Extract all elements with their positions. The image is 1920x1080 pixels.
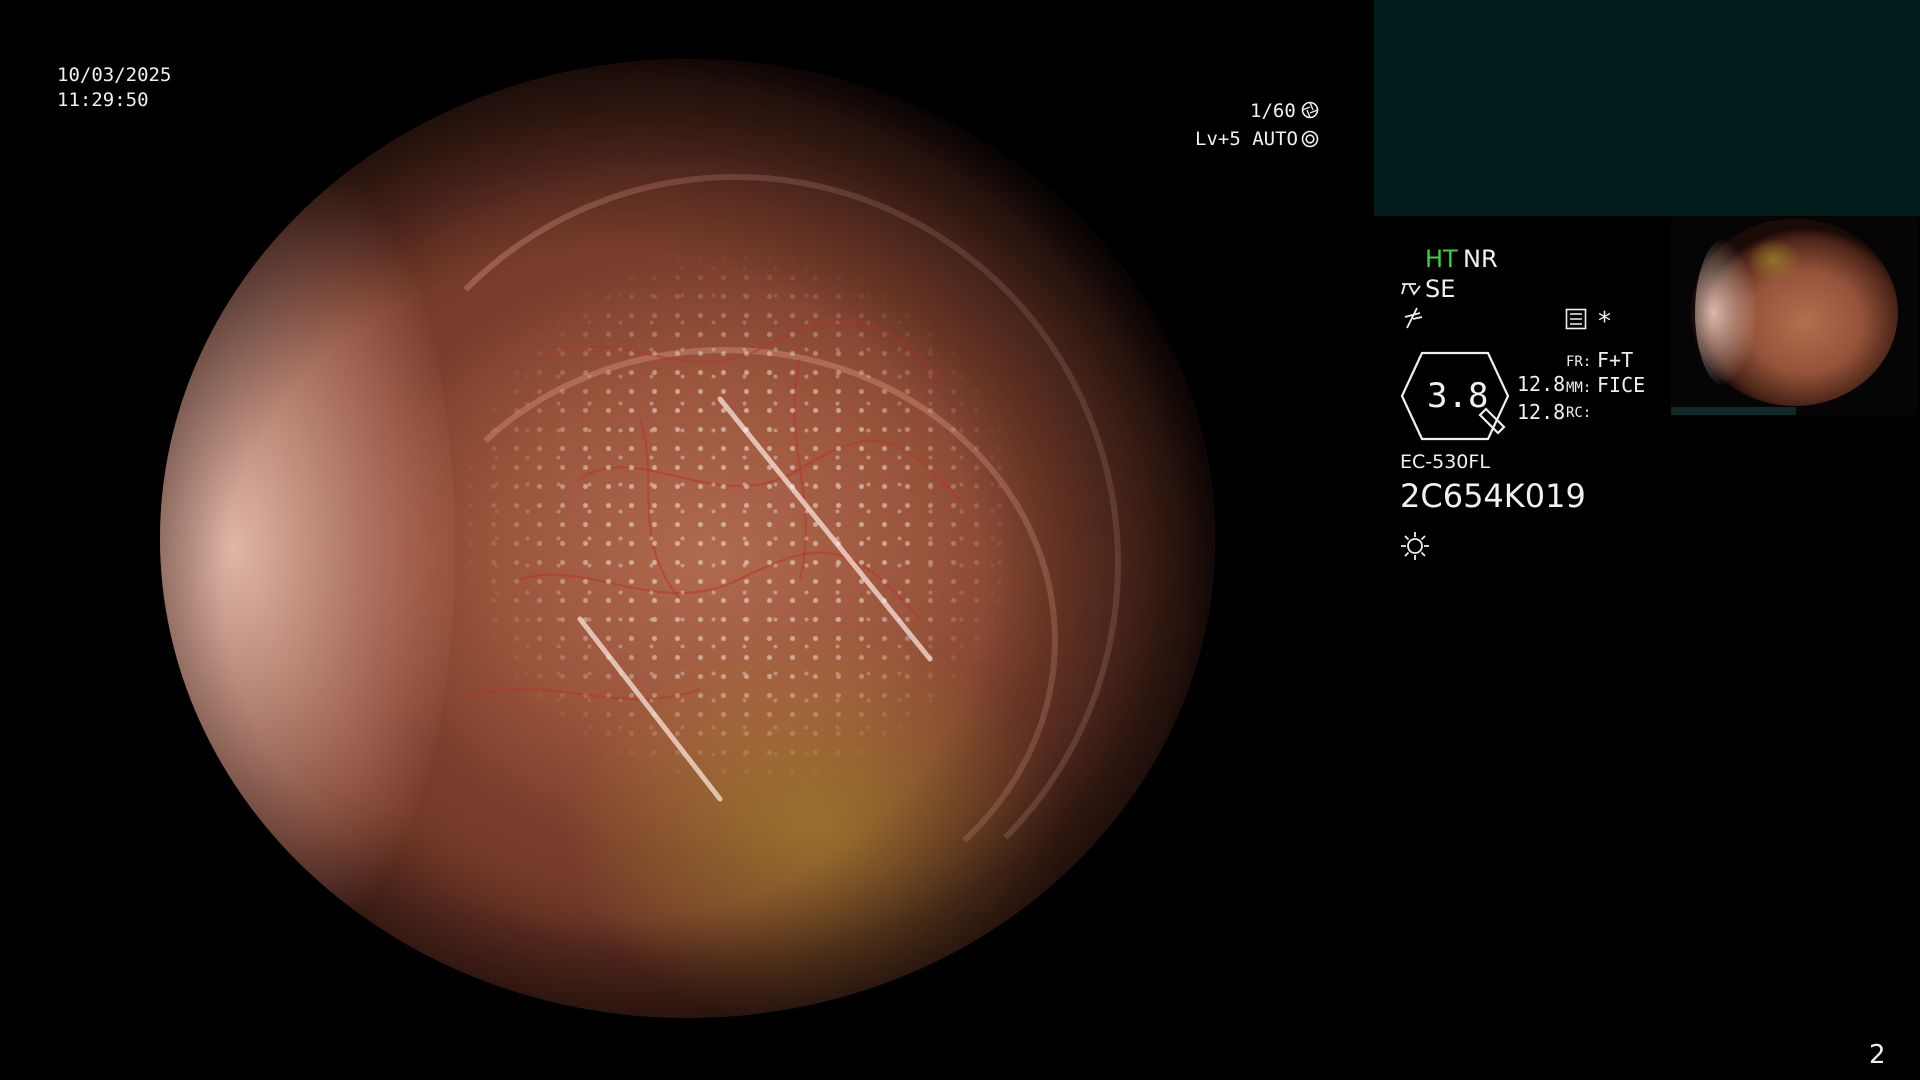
brightness-level: Lv+5 AUTO — [1195, 128, 1298, 150]
date-label: 10/03/2025 — [57, 64, 172, 86]
page-number: 2 — [1869, 1040, 1886, 1070]
scope-serial: 2C654K019 — [1400, 477, 1586, 515]
iris-icon — [1301, 130, 1319, 151]
ht-indicator: HT — [1425, 245, 1458, 273]
rc-label: RC: — [1566, 405, 1592, 421]
se-indicator: SE — [1425, 275, 1456, 303]
gauge-sub-value-1: 12.8 — [1517, 372, 1566, 396]
mm-label: MM: — [1566, 380, 1592, 396]
thumbnail-preview[interactable] — [1671, 217, 1919, 415]
shutter-speed: 1/60 — [1250, 100, 1296, 122]
gauge-sub-value-2: 12.8 — [1517, 400, 1566, 424]
mm-value: FICE — [1597, 373, 1646, 397]
nr-indicator: NR — [1463, 245, 1498, 273]
time-label: 11:29:50 — [57, 89, 149, 111]
bubbles — [160, 59, 1215, 1018]
top-right-panel — [1374, 0, 1920, 216]
thumbnail-bar — [1671, 407, 1796, 415]
aperture-icon — [1301, 101, 1319, 122]
structure-enhancement-icon — [1400, 278, 1424, 301]
fr-value: F+T — [1597, 348, 1634, 372]
mucosal-fold — [392, 346, 1059, 935]
endoscope-view — [160, 59, 1215, 1018]
asterisk-indicator: * — [1598, 307, 1611, 337]
color-tone-icon — [1402, 307, 1424, 332]
thumbnail-image — [1691, 219, 1898, 406]
blood-vessels — [459, 321, 961, 802]
gauge-value: 3.8 — [1427, 376, 1489, 416]
fr-label: FR: — [1566, 354, 1592, 370]
menu-icon — [1565, 308, 1587, 333]
light-source-icon — [1399, 530, 1431, 565]
mucosal-fold — [349, 174, 1122, 954]
scope-model: EC-530FL — [1400, 451, 1490, 473]
